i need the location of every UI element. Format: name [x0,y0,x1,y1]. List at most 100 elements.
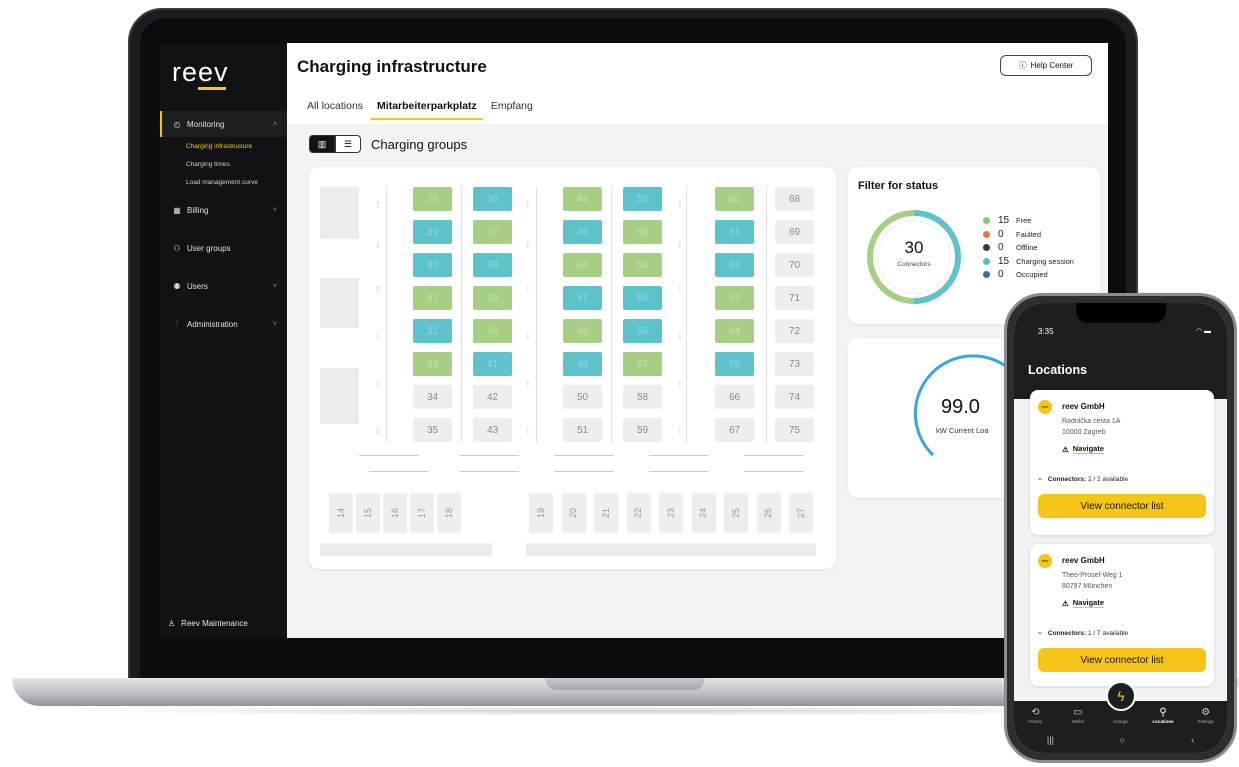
phone-screen: 3:35 ◠ ▬ Locations reev reev GmbH Radnič… [1014,303,1227,753]
tab-mitarbeiterparkplatz[interactable]: Mitarbeiterparkplatz [371,100,483,120]
parking-slot[interactable]: 38 [473,253,512,277]
reev-logo[interactable]: reev [172,57,229,88]
parking-slot[interactable]: 51 [563,418,602,442]
parking-slot[interactable]: 36 [473,187,512,211]
sidebar-item-users[interactable]: ⚉ Users ˅ [160,273,287,299]
recent-apps-icon[interactable]: ||| [1047,735,1054,745]
location-card[interactable]: reev reev GmbH Radnička cesta 1A 10000 Z… [1030,390,1214,535]
parking-slot[interactable]: 70 [775,253,814,277]
parking-slot[interactable]: 42 [473,385,512,409]
sidebar-subitem-load-management[interactable]: Load management curve [160,173,287,191]
legend-item[interactable]: 0 Occupied [983,268,1074,282]
legend-item[interactable]: 0 Faulted [983,228,1074,242]
parking-slot[interactable]: 52 [623,187,662,211]
parking-slot[interactable]: 43 [473,418,512,442]
parking-slot[interactable]: 62 [715,253,754,277]
legend-item[interactable]: 0 Offline [983,241,1074,255]
tab-settings[interactable]: ⚙ Settings [1188,707,1224,724]
parking-slot-vertical[interactable]: 27 [789,493,813,533]
parking-slot-vertical[interactable]: 23 [659,493,683,533]
navigate-link[interactable]: ⚠ Navigate [1062,598,1104,608]
map-view-button[interactable]: ▥ [309,135,335,153]
tab-wallet[interactable]: ▭ Wallet [1060,707,1096,724]
parking-slot[interactable]: 63 [715,286,754,310]
parking-slot-vertical[interactable]: 20 [561,493,586,533]
parking-slot-vertical[interactable]: 17 [410,493,434,533]
parking-slot[interactable]: 68 [775,187,814,211]
android-nav-bar: ||| ○ ‹ [1014,735,1227,745]
parking-slot-vertical[interactable]: 14 [329,493,353,533]
parking-slot[interactable]: 69 [775,220,814,244]
sidebar-subitem-charging-times[interactable]: Charging times [160,155,287,173]
parking-slot-vertical[interactable]: 21 [594,493,618,533]
parking-slot[interactable]: 73 [775,352,814,376]
parking-slot[interactable]: 59 [623,418,662,442]
parking-slot[interactable]: 26 [413,187,452,211]
parking-slot-vertical[interactable]: 16 [383,493,407,533]
parking-slot-vertical[interactable]: 15 [356,493,380,533]
parking-slot[interactable]: 31 [413,286,452,310]
navigate-link[interactable]: ⚠ Navigate [1062,444,1104,454]
parking-slot[interactable]: 32 [413,319,452,343]
parking-slot[interactable]: 64 [715,319,754,343]
sidebar-item-user-groups[interactable]: ⚇ User groups [160,235,287,261]
sidebar-item-administration[interactable]: ⫶ Administration ˅ [160,311,287,337]
parking-slot-vertical[interactable]: 26 [756,493,781,533]
parking-slot[interactable]: 29 [413,220,452,244]
legend-item[interactable]: 15 Free [983,214,1074,228]
help-center-button[interactable]: ⓘ Help Center [1000,55,1092,76]
parking-slot[interactable]: 45 [563,220,602,244]
legend-item[interactable]: 15 Charging session [983,255,1074,269]
parking-slot[interactable]: 67 [715,418,754,442]
parking-slot[interactable]: 75 [775,418,814,442]
parking-slot[interactable]: 48 [563,319,602,343]
parking-slot[interactable]: 39 [473,286,512,310]
parking-slot[interactable]: 57 [623,352,662,376]
sidebar-item-billing[interactable]: ▦ Billing ˅ [160,197,287,223]
tab-all-locations[interactable]: All locations [307,100,363,118]
parking-slot[interactable]: 66 [715,385,754,409]
back-icon[interactable]: ‹ [1191,735,1194,745]
parking-slot-vertical[interactable]: 25 [724,493,748,533]
parking-slot[interactable]: 30 [413,253,452,277]
parking-slot[interactable]: 56 [623,319,662,343]
charge-button[interactable]: ϟ [1106,681,1136,711]
view-connector-list-button[interactable]: View connector list [1038,648,1206,672]
tab-history[interactable]: ⟲ History [1017,707,1053,724]
current-user[interactable]: ♙ Reev Maintenance [168,619,248,628]
status-dot-icon [983,230,990,238]
sidebar-item-monitoring[interactable]: ◴ Monitoring ˄ [160,111,287,137]
parking-slot[interactable]: 71 [775,286,814,310]
tab-empfang[interactable]: Empfang [491,100,533,118]
parking-slot[interactable]: 60 [715,187,754,211]
parking-slot-vertical[interactable]: 18 [437,493,461,533]
location-card[interactable]: reev reev GmbH Theo-Prosel-Weg 1 80797 M… [1030,544,1214,686]
parking-slot[interactable]: 33 [413,352,452,376]
sidebar-subitem-charging-infrastructure[interactable]: Charging infrastructure [160,137,287,155]
parking-slot[interactable]: 47 [563,286,602,310]
parking-slot[interactable]: 41 [473,352,512,376]
parking-slot-vertical[interactable]: 24 [691,493,716,533]
parking-slot[interactable]: 34 [413,385,452,409]
parking-slot[interactable]: 74 [775,385,814,409]
parking-slot[interactable]: 50 [563,385,602,409]
tab-locations[interactable]: ⚲ Locations [1145,707,1181,724]
parking-slot[interactable]: 72 [775,319,814,343]
parking-slot[interactable]: 49 [563,352,602,376]
parking-slot[interactable]: 54 [623,253,662,277]
parking-slot[interactable]: 46 [563,253,602,277]
parking-slot[interactable]: 58 [623,385,662,409]
parking-slot[interactable]: 35 [413,418,452,442]
parking-slot-vertical[interactable]: 19 [529,493,553,533]
list-view-button[interactable]: ☰ [335,135,361,153]
parking-slot[interactable]: 61 [715,220,754,244]
view-connector-list-button[interactable]: View connector list [1038,494,1206,518]
parking-slot[interactable]: 53 [623,220,662,244]
home-icon[interactable]: ○ [1120,735,1125,745]
parking-slot[interactable]: 65 [715,352,754,376]
parking-slot[interactable]: 44 [563,187,602,211]
parking-slot[interactable]: 55 [623,286,662,310]
parking-slot[interactable]: 37 [473,220,512,244]
parking-slot[interactable]: 40 [473,319,512,343]
parking-slot-vertical[interactable]: 22 [626,493,651,533]
